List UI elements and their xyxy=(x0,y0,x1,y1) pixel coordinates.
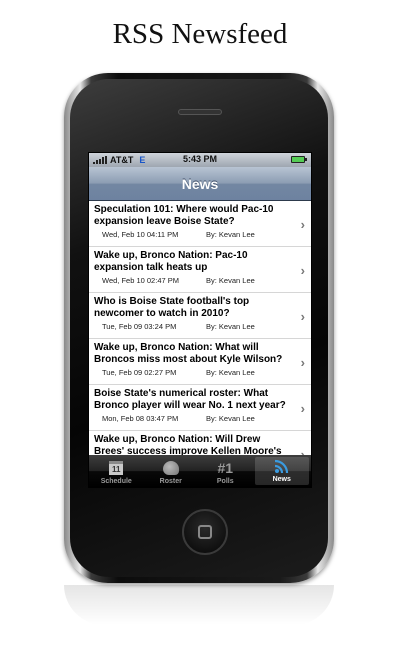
news-date: Wed, Feb 10 02:47 PM xyxy=(102,276,179,285)
chevron-right-icon: › xyxy=(300,217,305,232)
tab-roster[interactable]: Roster xyxy=(144,455,199,487)
news-headline: Wake up, Bronco Nation: What will Bronco… xyxy=(94,342,283,365)
news-author: By: Kevan Lee xyxy=(206,414,255,423)
tab-label: Polls xyxy=(216,478,234,485)
news-headline: Who is Boise State football's top newcom… xyxy=(94,296,250,319)
chevron-right-icon: › xyxy=(300,355,305,370)
status-bar: AT&T E 5:43 PM xyxy=(89,153,311,167)
rss-icon xyxy=(274,458,290,474)
news-headline: Speculation 101: Where would Pac-10 expa… xyxy=(94,204,274,227)
chevron-right-icon: › xyxy=(300,263,305,278)
news-item[interactable]: Wake up, Bronco Nation: What will Bronco… xyxy=(89,339,311,385)
news-meta: Tue, Feb 09 02:27 PM By: Kevan Lee xyxy=(94,368,291,377)
earpiece-speaker xyxy=(178,109,222,115)
news-list[interactable]: Speculation 101: Where would Pac-10 expa… xyxy=(89,201,311,455)
news-item[interactable]: Who is Boise State football's top newcom… xyxy=(89,293,311,339)
nav-title: News xyxy=(181,175,219,192)
page-title: RSS Newsfeed xyxy=(112,18,288,50)
news-date: Tue, Feb 09 02:27 PM xyxy=(102,368,177,377)
home-button[interactable] xyxy=(182,509,228,555)
news-headline: Wake up, Bronco Nation: Will Drew Brees'… xyxy=(94,434,282,455)
rank-icon: #1 xyxy=(217,460,234,476)
news-author: By: Kevan Lee xyxy=(206,230,255,239)
news-headline: Wake up, Bronco Nation: Pac-10 expansion… xyxy=(94,250,248,273)
news-meta: Mon, Feb 08 03:47 PM By: Kevan Lee xyxy=(94,414,291,423)
tab-label: Schedule xyxy=(100,478,132,485)
navigation-bar: News xyxy=(89,167,311,201)
phone-reflection xyxy=(64,585,334,625)
status-time: 5:43 PM xyxy=(182,154,217,164)
news-author: By: Kevan Lee xyxy=(206,276,255,285)
news-item[interactable]: Speculation 101: Where would Pac-10 expa… xyxy=(89,201,311,247)
news-meta: Wed, Feb 10 02:47 PM By: Kevan Lee xyxy=(94,276,291,285)
chevron-right-icon: › xyxy=(300,309,305,324)
tab-polls[interactable]: #1 Polls xyxy=(198,455,253,487)
chevron-right-icon: › xyxy=(300,401,305,416)
battery-icon xyxy=(291,156,307,163)
tab-label: News xyxy=(272,476,291,483)
tab-schedule[interactable]: 11 Schedule xyxy=(89,455,144,487)
news-item[interactable]: Boise State's numerical roster: What Bro… xyxy=(89,385,311,431)
home-square-icon xyxy=(198,525,212,539)
news-meta: Wed, Feb 10 04:11 PM By: Kevan Lee xyxy=(94,230,291,239)
tab-bar: 11 Schedule Roster #1 Polls News xyxy=(89,455,311,487)
news-author: By: Kevan Lee xyxy=(206,368,255,377)
chevron-right-icon: › xyxy=(300,447,305,455)
tab-news[interactable]: News xyxy=(254,457,309,485)
news-date: Tue, Feb 09 03:24 PM xyxy=(102,322,177,331)
news-headline: Boise State's numerical roster: What Bro… xyxy=(94,388,286,411)
news-date: Wed, Feb 10 04:11 PM xyxy=(102,230,179,239)
helmet-icon xyxy=(162,460,179,476)
news-date: Mon, Feb 08 03:47 PM xyxy=(102,414,179,423)
tab-label: Roster xyxy=(159,478,182,485)
news-item[interactable]: Wake up, Bronco Nation: Will Drew Brees'… xyxy=(89,431,311,455)
news-item[interactable]: Wake up, Bronco Nation: Pac-10 expansion… xyxy=(89,247,311,293)
news-author: By: Kevan Lee xyxy=(206,322,255,331)
phone-screen: AT&T E 5:43 PM News Speculation 101: Whe… xyxy=(88,152,312,488)
news-meta: Tue, Feb 09 03:24 PM By: Kevan Lee xyxy=(94,322,291,331)
calendar-icon: 11 xyxy=(109,460,124,476)
